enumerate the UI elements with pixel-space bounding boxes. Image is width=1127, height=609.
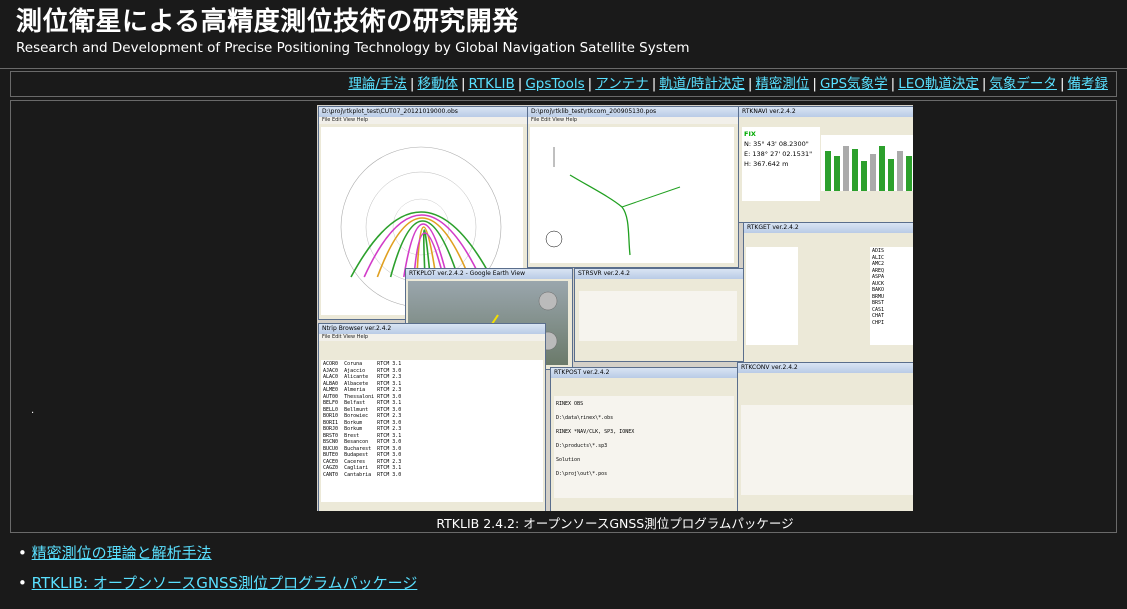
- snr-bar: [825, 151, 831, 191]
- snr-bar: [879, 146, 885, 191]
- figure-box: . D:\proj\rtkplot_test\CUT07_20121019000…: [10, 100, 1117, 533]
- nav-link[interactable]: 軌道/時計決定: [659, 76, 745, 92]
- longitude-value: E: 138° 27' 02.1531": [744, 150, 813, 158]
- window-rtknavi: RTKNAVI ver.2.4.2 FIX N: 35° 43' 08.2300…: [738, 106, 913, 223]
- nav-link[interactable]: 精密測位: [755, 76, 809, 92]
- topic-link-theory[interactable]: 精密測位の理論と解析手法: [32, 544, 212, 562]
- nav-links: 理論/手法 | 移動体 | RTKLIB | GpsTools | アンテナ | 軌道/時計決定 | 精…: [11, 72, 1108, 96]
- nav-separator: |: [460, 76, 466, 92]
- nav-link[interactable]: アンテナ: [595, 76, 648, 92]
- topic-list: • 精密測位の理論と解析手法 • RTKLIB: オープンソースGNSS測位プロ…: [18, 538, 417, 598]
- window-menu: File Edit View Help: [319, 117, 527, 124]
- snr-bar-chart: [821, 135, 913, 191]
- conv-fields: [741, 405, 913, 495]
- snr-bar: [897, 151, 903, 191]
- nav-link[interactable]: RTKLIB: [469, 76, 515, 92]
- nav-link[interactable]: GpsTools: [525, 76, 584, 92]
- window-title: D:\proj\rtkplot_test\CUT07_20121019000.o…: [319, 107, 527, 117]
- snr-bar: [843, 146, 849, 191]
- list-item: • RTKLIB: オープンソースGNSS測位プログラムパッケージ: [18, 574, 418, 592]
- nav-link[interactable]: GPS気象学: [820, 76, 888, 92]
- window-strsvr: STRSVR ver.2.4.2: [574, 268, 744, 362]
- topic-link-rtklib[interactable]: RTKLIB: オープンソースGNSS測位プログラムパッケージ: [32, 574, 418, 592]
- snr-bar: [870, 153, 876, 191]
- nav-link[interactable]: 備考録: [1068, 76, 1109, 92]
- product-list[interactable]: [746, 247, 798, 345]
- track-chart: [545, 147, 681, 256]
- nav-link[interactable]: 理論/手法: [348, 76, 407, 92]
- nav-link[interactable]: 移動体: [417, 76, 458, 92]
- station-list[interactable]: ADIS ALIC AMC2 AREQ ASPA AUCK BAKO BRMU …: [870, 247, 913, 345]
- window-title: RTKPOST ver.2.4.2: [551, 368, 737, 378]
- fix-status: FIX: [744, 130, 756, 138]
- nav-separator: |: [409, 76, 415, 92]
- nav-separator: |: [517, 76, 523, 92]
- window-menu: File Edit View Help: [319, 334, 545, 341]
- snr-bar: [888, 158, 894, 191]
- stream-table: [579, 291, 737, 341]
- window-title: RTKPLOT ver.2.4.2 - Google Earth View: [406, 269, 572, 279]
- navi-solution: FIX N: 35° 43' 08.2300" E: 138° 27' 02.1…: [742, 127, 820, 201]
- window-rtkget: RTKGET ver.2.4.2 ADIS ALIC AMC2 AREQ ASP…: [743, 222, 913, 364]
- snr-bar: [906, 156, 912, 191]
- nav-link[interactable]: 気象データ: [989, 76, 1057, 92]
- rtklib-screenshot: D:\proj\rtkplot_test\CUT07_20121019000.o…: [317, 105, 913, 511]
- nav-separator: |: [812, 76, 817, 92]
- nav-separator: |: [747, 76, 753, 92]
- nav-separator: |: [1059, 76, 1065, 92]
- window-menu: File Edit View Help: [528, 117, 738, 124]
- window-title: STRSVR ver.2.4.2: [575, 269, 743, 279]
- latitude-value: N: 35° 43' 08.2300": [744, 140, 809, 148]
- top-navigation: 理論/手法 | 移動体 | RTKLIB | GpsTools | アンテナ | 軌道/時計決定 | 精…: [10, 71, 1117, 97]
- nav-link[interactable]: LEO軌道決定: [898, 76, 979, 92]
- window-rtkconv: RTKCONV ver.2.4.2: [737, 362, 913, 511]
- post-fields[interactable]: RINEX OBS D:\data\rinex\*.obs RINEX *NAV…: [554, 396, 734, 498]
- page-title: 測位衛星による高精度測位技術の研究開発: [16, 7, 519, 37]
- track-area: [530, 127, 734, 263]
- window-title: RTKNAVI ver.2.4.2: [739, 107, 913, 117]
- dot-marker: .: [31, 405, 35, 416]
- nav-separator: |: [890, 76, 896, 92]
- list-item: • 精密測位の理論と解析手法: [18, 544, 212, 562]
- page-subtitle: Research and Development of Precise Posi…: [16, 40, 690, 56]
- window-title: Ntrip Browser ver.2.4.2: [319, 324, 545, 334]
- window-title: RTKGET ver.2.4.2: [744, 223, 913, 233]
- snr-bar: [834, 156, 840, 191]
- page-header: 測位衛星による高精度測位技術の研究開発 Research and Develop…: [0, 0, 1127, 69]
- window-title: D:\proj\rtklib_test\rtkcom_200905130.pos: [528, 107, 738, 117]
- snr-bar: [852, 148, 858, 191]
- snr-bar: [861, 161, 867, 191]
- mountpoint-list[interactable]: ACOR0 Coruna RTCM 3.1 AJAC0 Ajaccio RTCM…: [321, 360, 543, 502]
- nav-separator: |: [651, 76, 657, 92]
- window-position-plot: D:\proj\rtklib_test\rtkcom_200905130.pos…: [527, 106, 739, 268]
- nav-separator: |: [587, 76, 593, 92]
- nav-separator: |: [981, 76, 987, 92]
- height-value: H: 367.642 m: [744, 160, 789, 168]
- figure-caption: RTKLIB 2.4.2: オープンソースGNSS測位プログラムパッケージ: [436, 516, 794, 531]
- window-title: RTKCONV ver.2.4.2: [738, 363, 913, 373]
- window-ntrip-browser: Ntrip Browser ver.2.4.2 File Edit View H…: [318, 323, 546, 511]
- window-rtkpost: RTKPOST ver.2.4.2 RINEX OBS D:\data\rine…: [550, 367, 738, 511]
